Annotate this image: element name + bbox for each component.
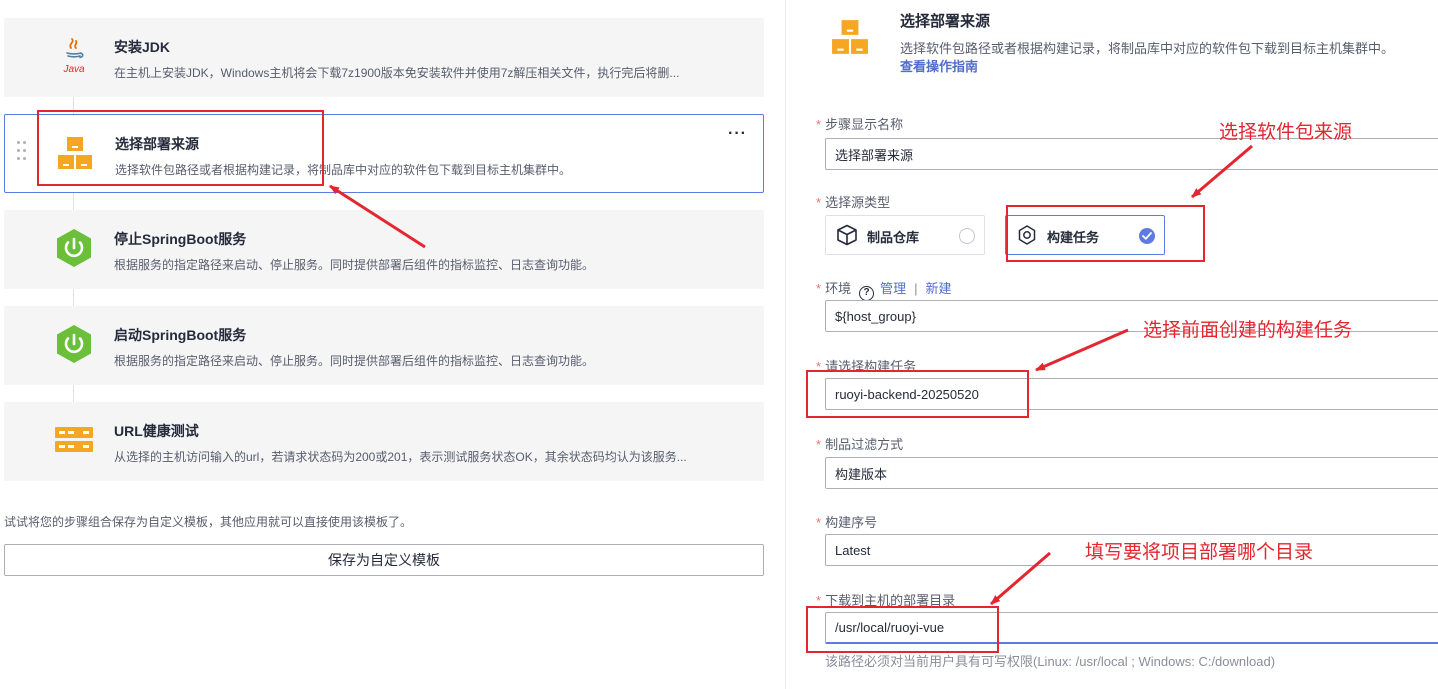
step-install-jdk[interactable]: Java 安装JDK 在主机上安装JDK，Windows主机将会下载7z1900… — [4, 18, 764, 97]
deploy-dir-hint: 该路径必须对当前用户具有可写权限(Linux: /usr/local ; Win… — [825, 654, 1276, 669]
annotation-fill-dir: 填写要将项目部署哪个目录 — [1085, 542, 1314, 563]
step-desc: 根据服务的指定路径来启动、停止服务。同时提供部署后组件的指标监控、日志查询功能。 — [114, 354, 595, 368]
step-desc: 从选择的主机访问输入的url，若请求状态码为200或201，表示测试服务状态OK… — [114, 450, 687, 464]
step-title: URL健康测试 — [114, 423, 199, 439]
env-label: * 环境? 管理 | 新建 — [816, 278, 952, 301]
link-separator: | — [914, 281, 918, 296]
required-mark: * — [816, 515, 822, 530]
env-new-link[interactable]: 新建 — [925, 281, 951, 296]
operation-guide-link[interactable]: 查看操作指南 — [900, 56, 978, 75]
java-icon: Java — [54, 36, 94, 76]
step-list: Java 安装JDK 在主机上安装JDK，Windows主机将会下载7z1900… — [0, 0, 770, 689]
source-type-label: * 选择源类型 — [816, 195, 891, 210]
step-title: 启动SpringBoot服务 — [114, 327, 247, 343]
filter-label: * 制品过滤方式 — [816, 437, 904, 452]
springboot-icon — [54, 228, 94, 268]
annotation-pick-build: 选择前面创建的构建任务 — [1143, 320, 1353, 341]
devops-deploy-editor: Java 安装JDK 在主机上安装JDK，Windows主机将会下载7z1900… — [0, 0, 1438, 689]
radio-unchecked-icon[interactable] — [959, 228, 975, 244]
source-option-artifact-repo[interactable]: 制品仓库 — [825, 215, 985, 255]
save-template-button[interactable]: 保存为自定义模板 — [4, 544, 764, 576]
source-option-label: 制品仓库 — [867, 230, 920, 245]
step-start-springboot[interactable]: 启动SpringBoot服务 根据服务的指定路径来启动、停止服务。同时提供部署后… — [4, 306, 764, 385]
annotation-box-build-select — [806, 370, 1029, 418]
annotation-box-deploy-dir — [806, 606, 999, 653]
cube-icon — [836, 224, 858, 246]
required-mark: * — [816, 195, 822, 210]
step-desc: 在主机上安装JDK，Windows主机将会下载7z1900版本免安装软件并使用7… — [114, 66, 680, 80]
required-mark: * — [816, 281, 822, 296]
form-title: 选择部署来源 — [900, 13, 991, 30]
step-url-health-test[interactable]: URL健康测试 从选择的主机访问输入的url，若请求状态码为200或201，表示… — [4, 402, 764, 481]
step-title: 安装JDK — [114, 39, 171, 55]
step-desc: 根据服务的指定路径来启动、停止服务。同时提供部署后组件的指标监控、日志查询功能。 — [114, 258, 595, 272]
step-name-label: * 步骤显示名称 — [816, 117, 904, 132]
annotation-box-build-task — [1006, 205, 1205, 262]
drag-handle-icon[interactable] — [17, 141, 27, 167]
required-mark: * — [816, 117, 822, 132]
deploy-source-icon — [832, 18, 868, 58]
more-icon[interactable]: ··· — [728, 125, 747, 143]
annotation-box-step — [37, 110, 324, 186]
step-stop-springboot[interactable]: 停止SpringBoot服务 根据服务的指定路径来启动、停止服务。同时提供部署后… — [4, 210, 764, 289]
form-description: 选择软件包路径或者根据构建记录，将制品库中对应的软件包下载到目标主机集群中。 — [900, 41, 1395, 56]
env-manage-link[interactable]: 管理 — [880, 281, 906, 296]
filter-select[interactable]: 构建版本 — [825, 457, 1438, 489]
springboot-icon — [54, 324, 94, 364]
help-icon[interactable]: ? — [859, 286, 875, 301]
required-mark: * — [816, 437, 822, 452]
url-health-icon — [54, 420, 94, 460]
template-tip: 试试将您的步骤组合保存为自定义模板，其他应用就可以直接使用该模板了。 — [4, 515, 413, 529]
build-no-label: * 构建序号 — [816, 515, 878, 530]
step-config-form: 选择部署来源 选择软件包路径或者根据构建记录，将制品库中对应的软件包下载到目标主… — [786, 0, 1438, 689]
annotation-pick-source: 选择软件包来源 — [1219, 122, 1353, 143]
step-title: 停止SpringBoot服务 — [114, 231, 247, 247]
svg-text:Java: Java — [62, 64, 85, 75]
